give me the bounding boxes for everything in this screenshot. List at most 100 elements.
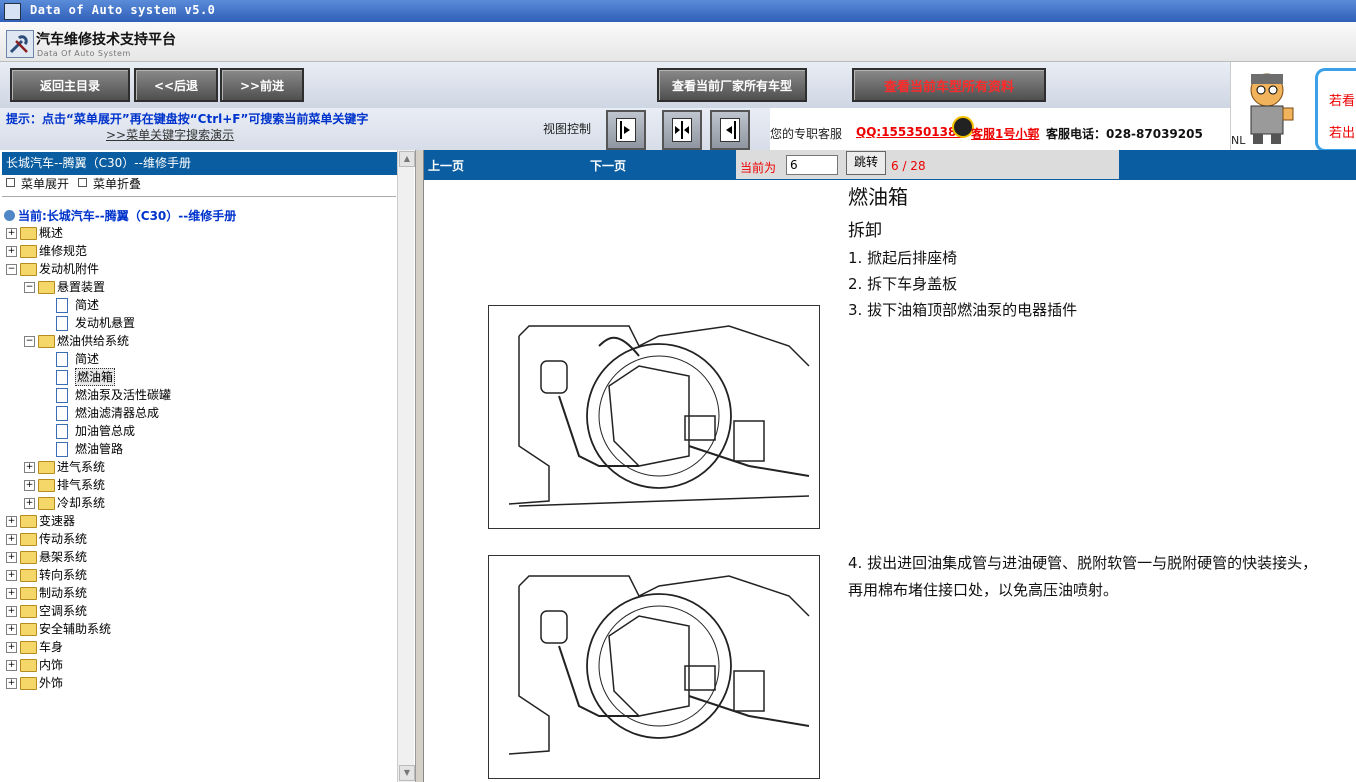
service-agent-link[interactable]: 客服1号小郭 (971, 125, 1039, 142)
collapse-toggle-icon[interactable]: − (6, 264, 17, 275)
tree-item-label: 燃油管路 (75, 442, 124, 456)
tree-item-label: 简述 (75, 352, 100, 366)
view-split-icon (672, 118, 692, 142)
all-docs-button[interactable]: 查看当前车型所有资料 (852, 68, 1046, 102)
view-left-button[interactable] (710, 110, 750, 150)
tree-item-label: 空调系统 (39, 604, 88, 618)
tree-item-label: 维修规范 (39, 244, 88, 258)
expand-toggle-icon[interactable]: + (6, 552, 17, 563)
document-icon (56, 424, 68, 439)
tree-item-label: 概述 (39, 226, 64, 240)
doc-step-4: 4. 拔出进回油集成管与进油硬管、脱附软管一与脱附硬管的快装接头，再用棉布堵住接… (848, 554, 1318, 599)
tree-item-label: 外饰 (39, 676, 64, 690)
view-control-label: 视图控制 (543, 122, 592, 136)
expand-toggle-icon[interactable]: + (6, 624, 17, 635)
folder-icon (20, 227, 37, 240)
tree-item-label: 发动机悬置 (75, 316, 136, 330)
page-number-input[interactable] (786, 155, 838, 175)
sidebar-breadcrumb: 长城汽车--腾翼（C30）--维修手册 (2, 152, 402, 175)
current-page-label: 当前为 (740, 161, 777, 175)
jump-button[interactable]: 跳转 (846, 151, 886, 175)
document-view: 燃油箱 拆卸 1. 掀起后排座椅 2. 拆下车身盖板 3. 拔下油箱顶部燃油泵的… (424, 180, 1356, 782)
expand-toggle-icon[interactable]: + (24, 480, 35, 491)
collapse-toggle-icon[interactable]: − (24, 282, 35, 293)
tree-item-label: 进气系统 (57, 460, 106, 474)
folder-icon (20, 245, 37, 258)
expand-toggle-icon[interactable]: + (6, 516, 17, 527)
collapse-toggle-icon[interactable]: − (24, 336, 35, 347)
search-demo-link[interactable]: >>菜单关键字搜索演示 (106, 126, 234, 143)
expand-box-icon (6, 178, 15, 187)
current-location-label: 当前:长城汽车--腾翼（C30）--维修手册 (18, 209, 237, 223)
open-folder-icon (20, 263, 37, 276)
app-icon (4, 3, 21, 20)
promo-banner[interactable]: 若看 若出 NL (1230, 62, 1356, 152)
tree-item-label: 燃油滤清器总成 (75, 406, 160, 420)
doc-step-2: 2. 拆下车身盖板 (848, 275, 958, 293)
menu-collapse-label: 菜单折叠 (93, 177, 142, 191)
document-icon (56, 298, 68, 313)
scroll-up-arrow-icon[interactable]: ▲ (399, 151, 415, 167)
app-title: 汽车维修技术支持平台 (36, 32, 176, 48)
home-button[interactable]: 返回主目录 (10, 68, 130, 102)
prev-page-link[interactable]: 上一页 (428, 157, 464, 174)
tree-item-label: 悬架系统 (39, 550, 88, 564)
scroll-down-arrow-icon[interactable]: ▼ (399, 765, 415, 781)
tree-item-label: 排气系统 (57, 478, 106, 492)
folder-icon (38, 497, 55, 510)
expand-toggle-icon[interactable]: + (6, 588, 17, 599)
expand-toggle-icon[interactable]: + (6, 606, 17, 617)
menu-expand-label: 菜单展开 (21, 177, 70, 191)
folder-icon (20, 533, 37, 546)
all-models-button[interactable]: 查看当前厂家所有车型 (657, 68, 807, 102)
tree-item-label: 冷却系统 (57, 496, 106, 510)
collapse-box-icon (78, 178, 87, 187)
window-title-bar: Data of Auto system v5.0 (0, 0, 1356, 22)
doc-title: 燃油箱 (848, 185, 908, 209)
sidebar-scrollbar[interactable]: ▲ ▼ (397, 150, 415, 782)
forward-button[interactable]: >>前进 (220, 68, 304, 102)
expand-toggle-icon[interactable]: + (6, 660, 17, 671)
tree-item-label: 车身 (39, 640, 64, 654)
menu-collapse-button[interactable]: 菜单折叠 (78, 175, 141, 192)
tree-item-label: 变速器 (39, 514, 76, 528)
tree-item-label: 燃油箱 (75, 368, 116, 386)
folder-icon (20, 641, 37, 654)
pane-splitter[interactable] (416, 150, 424, 782)
app-subtitle: Data Of Auto System (37, 49, 131, 58)
expand-toggle-icon[interactable]: + (6, 228, 17, 239)
promo-footer: NL (1231, 134, 1246, 147)
expand-toggle-icon[interactable]: + (6, 642, 17, 653)
expand-toggle-icon[interactable]: + (24, 462, 35, 473)
sidebar-divider (2, 196, 396, 197)
fuel-tank-figure-2 (488, 555, 820, 779)
folder-icon (38, 461, 55, 474)
folder-icon (20, 623, 37, 636)
expand-toggle-icon[interactable]: + (6, 570, 17, 581)
expand-toggle-icon[interactable]: + (6, 678, 17, 689)
current-location: 当前:长城汽车--腾翼（C30）--维修手册 (4, 207, 236, 224)
mechanic-mascot-icon (1250, 73, 1294, 144)
doc-section: 拆卸 (848, 221, 882, 241)
tree-item-label: 简述 (75, 298, 100, 312)
expand-toggle-icon[interactable]: + (6, 246, 17, 257)
next-page-link[interactable]: 下一页 (590, 157, 626, 174)
back-button[interactable]: <<后退 (134, 68, 218, 102)
tree-item-label: 转向系统 (39, 568, 88, 582)
view-right-icon (616, 118, 636, 142)
expand-toggle-icon[interactable]: + (24, 498, 35, 509)
document-icon (56, 316, 68, 331)
folder-icon (20, 659, 37, 672)
tree-item-label: 传动系统 (39, 532, 88, 546)
menu-expand-button[interactable]: 菜单展开 (6, 175, 69, 192)
folder-icon (20, 551, 37, 564)
document-icon (56, 370, 68, 385)
view-left-icon (720, 118, 740, 142)
doc-step-1: 1. 掀起后排座椅 (848, 249, 958, 267)
view-right-button[interactable] (606, 110, 646, 150)
qq-link[interactable]: QQ:1553501388 (856, 125, 965, 139)
expand-toggle-icon[interactable]: + (6, 534, 17, 545)
view-split-button[interactable] (662, 110, 702, 150)
globe-icon (4, 210, 15, 221)
wrench-logo-icon (6, 30, 34, 58)
